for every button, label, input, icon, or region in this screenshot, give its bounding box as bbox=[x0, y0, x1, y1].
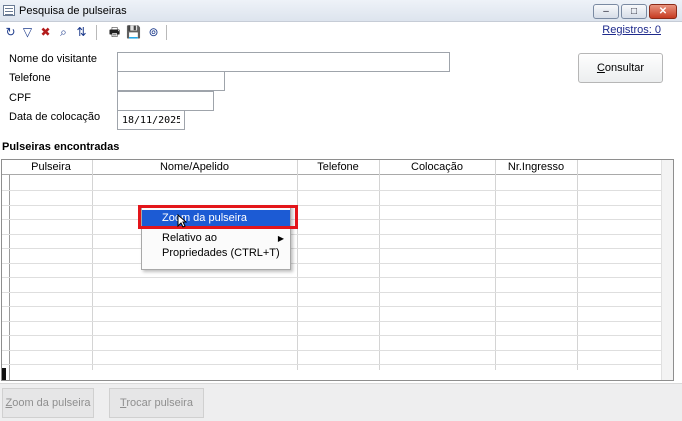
data-colocacao-label: Data de colocação bbox=[9, 111, 101, 123]
results-grid[interactable]: Pulseira Nome/Apelido Telefone Colocação… bbox=[1, 159, 674, 381]
toolbar: ↻ ▽ ✖ ⌕ ⇅ 🖶 💾 ⊚ Registros: 0 bbox=[0, 22, 682, 42]
grid-row-line bbox=[2, 335, 663, 336]
mouse-cursor-icon bbox=[177, 214, 187, 228]
minimize-button[interactable]: – bbox=[593, 4, 619, 19]
grid-row-line bbox=[2, 349, 663, 351]
sort-icon[interactable]: ⇅ bbox=[74, 25, 89, 40]
consultar-label: onsultar bbox=[604, 62, 645, 74]
close-button[interactable]: ✕ bbox=[649, 4, 677, 19]
toolbar-separator bbox=[166, 25, 167, 40]
clear-filter-icon[interactable]: ✖ bbox=[38, 25, 53, 40]
grid-row-line bbox=[2, 233, 663, 235]
consultar-mnemonic: C bbox=[596, 62, 605, 74]
grid-row-line bbox=[2, 277, 663, 278]
title-bar: Pesquisa de pulseiras – □ ✕ bbox=[0, 0, 682, 22]
row-indicator-column bbox=[2, 160, 10, 380]
horizontal-scroll-marker bbox=[2, 368, 6, 380]
grid-row-line bbox=[2, 248, 663, 249]
grid-row-line bbox=[2, 262, 663, 264]
grid-column-line bbox=[495, 160, 496, 370]
trocar-pulseira-button[interactable]: Trocar pulseira bbox=[109, 388, 204, 418]
data-colocacao-field[interactable] bbox=[117, 110, 185, 130]
app-icon bbox=[3, 5, 15, 16]
save-icon[interactable]: 💾 bbox=[126, 25, 141, 40]
search-icon[interactable]: ⌕ bbox=[56, 25, 71, 40]
grid-row-line bbox=[2, 364, 663, 365]
grid-column-line bbox=[379, 160, 380, 370]
column-header-nr-ingresso[interactable]: Nr.Ingresso bbox=[495, 160, 577, 175]
menu-item-label: Propriedades (CTRL+T) bbox=[162, 247, 280, 259]
filter-icon[interactable]: ▽ bbox=[20, 25, 35, 40]
grid-row-line bbox=[2, 219, 663, 220]
grid-row-line bbox=[2, 320, 663, 322]
cpf-field[interactable] bbox=[117, 91, 214, 111]
nome-field[interactable] bbox=[117, 52, 450, 72]
grid-header: Pulseira Nome/Apelido Telefone Colocação… bbox=[2, 160, 673, 175]
registros-link[interactable]: Registros: 0 bbox=[602, 24, 661, 36]
cpf-label: CPF bbox=[9, 92, 31, 104]
column-header-colocacao[interactable]: Colocação bbox=[379, 160, 495, 175]
toolbar-separator bbox=[96, 25, 97, 40]
consultar-button[interactable]: Consultar bbox=[578, 53, 663, 83]
telefone-label: Telefone bbox=[9, 72, 51, 84]
column-header-nome[interactable]: Nome/Apelido bbox=[92, 160, 297, 175]
bottom-button-bar: Zoom da pulseira Trocar pulseira bbox=[0, 383, 682, 421]
window-title: Pesquisa de pulseiras bbox=[19, 5, 127, 17]
results-title: Pulseiras encontradas bbox=[2, 141, 120, 153]
print-icon[interactable]: 🖶 bbox=[107, 25, 122, 40]
column-header-telefone[interactable]: Telefone bbox=[297, 160, 379, 175]
grid-row-line bbox=[2, 306, 663, 307]
menu-item-label: Relativo ao bbox=[162, 232, 218, 244]
zoom-pulseira-button[interactable]: Zoom da pulseira bbox=[2, 388, 94, 418]
telefone-field[interactable] bbox=[117, 71, 225, 91]
grid-column-line bbox=[92, 160, 93, 370]
menu-item-propriedades[interactable]: Propriedades (CTRL+T) bbox=[142, 245, 290, 262]
calendar-icon[interactable]: ⊚ bbox=[146, 25, 161, 40]
grid-row-line bbox=[2, 204, 663, 206]
trocar-label: rocar pulseira bbox=[126, 397, 193, 409]
vertical-scrollbar[interactable] bbox=[661, 160, 673, 380]
restore-button[interactable]: □ bbox=[621, 4, 647, 19]
grid-row-line bbox=[2, 291, 663, 293]
grid-column-line bbox=[577, 160, 578, 370]
refresh-icon[interactable]: ↻ bbox=[3, 25, 18, 40]
annotation-highlight bbox=[138, 205, 298, 229]
column-header-pulseira[interactable]: Pulseira bbox=[10, 160, 92, 175]
nome-label: Nome do visitante bbox=[9, 53, 98, 65]
zoom-label: oom da pulseira bbox=[12, 397, 91, 409]
grid-column-line bbox=[297, 160, 298, 370]
grid-row-line bbox=[2, 190, 663, 191]
